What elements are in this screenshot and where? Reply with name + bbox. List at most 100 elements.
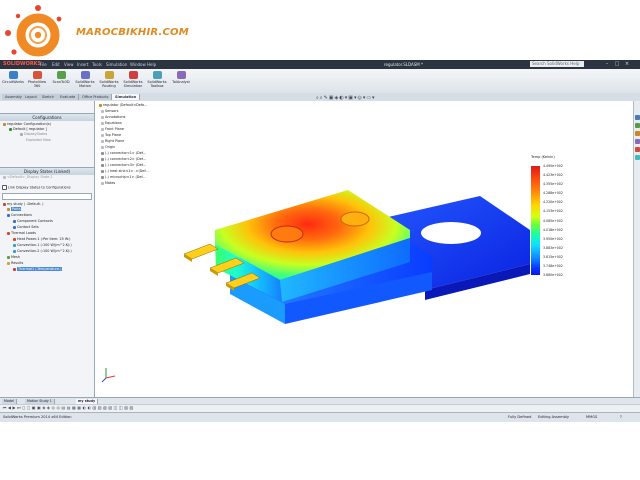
- thermal-icon: [7, 231, 10, 235]
- feature-icon: [99, 103, 102, 107]
- filter-dropdown[interactable]: [2, 193, 92, 200]
- home-icon[interactable]: [635, 115, 640, 120]
- legend-value: 3.680e+002: [543, 273, 563, 277]
- view-heads-up-toolbar[interactable]: ⌕⌕✎▣◈◐▾▣▾◎▾▭▾: [316, 95, 416, 103]
- feature-icon: [101, 157, 104, 161]
- study-parts[interactable]: Parts: [7, 207, 22, 211]
- results-folder-icon: [7, 261, 10, 265]
- maximize-icon[interactable]: □: [614, 61, 620, 67]
- assembly-icon: [3, 122, 6, 126]
- minimize-icon[interactable]: –: [604, 61, 610, 67]
- study-component-contacts[interactable]: Component Contacts: [13, 219, 53, 223]
- link-display-states-checkbox[interactable]: Link Display States to Configurations: [2, 185, 71, 190]
- config-tree-root[interactable]: regulator Configuration(s): [3, 122, 51, 126]
- convection-icon: [13, 249, 16, 253]
- menu-help[interactable]: Help: [147, 62, 156, 67]
- feature-tree-item[interactable]: (-) microchip<1> (Def...: [101, 175, 146, 179]
- study-root[interactable]: my study ( -Default- ): [3, 202, 44, 206]
- legend-value: 3.883e+002: [543, 245, 563, 250]
- legend-value: 4.220e+002: [543, 200, 563, 205]
- view-palette-icon[interactable]: [635, 139, 640, 144]
- study-thermal-loads[interactable]: Thermal Loads: [7, 231, 36, 235]
- command-button-tolanalyst[interactable]: TolAnalyst: [170, 71, 192, 84]
- feature-tree-item[interactable]: (-) heat sink<1> ->(Def...: [101, 169, 149, 173]
- command-button-scanto3d[interactable]: ScanTo3D: [50, 71, 72, 84]
- command-label: ScanTo3D: [52, 80, 70, 84]
- legend-value: 4.085e+002: [543, 218, 563, 223]
- feature-tree-item[interactable]: regulator (Default<Defa...: [99, 103, 147, 107]
- tab-office-products[interactable]: Office Products: [79, 94, 113, 100]
- feature-tree-item[interactable]: (-) connector<1> (Def...: [101, 151, 146, 155]
- study-convection-1[interactable]: Convection-1 (:100 W/(m^2.K):): [13, 243, 72, 247]
- feature-icon: [101, 121, 104, 125]
- display-state-icon: [3, 175, 6, 179]
- feature-tree-item[interactable]: Mates: [101, 181, 115, 185]
- command-button-solidworks-simulation[interactable]: SolidWorks Simulation: [122, 71, 144, 88]
- mesh-icon: [7, 255, 10, 259]
- command-label: TolAnalyst: [172, 80, 190, 84]
- appearances-icon[interactable]: [635, 147, 640, 152]
- command-button-photoview-360[interactable]: PhotoView 360: [26, 71, 48, 88]
- folder-icon: [20, 132, 23, 136]
- feature-tree-item[interactable]: Annotations: [101, 115, 125, 119]
- menu-tools[interactable]: Tools: [92, 62, 102, 67]
- study-results[interactable]: Results: [7, 261, 23, 265]
- legend-color-bar: [531, 166, 540, 275]
- feature-tree-item[interactable]: Top Plane: [101, 133, 121, 137]
- tab-simulation[interactable]: Simulation: [112, 94, 141, 100]
- tab-sketch[interactable]: Sketch: [39, 94, 58, 100]
- display-state-item[interactable]: <Default>_Display State-1: [3, 175, 53, 179]
- config-tree-exploded[interactable]: Exploded View: [26, 138, 51, 142]
- logo-ring-icon: [5, 5, 62, 57]
- command-button-solidworks-toolbox[interactable]: SolidWorks Toolbox: [146, 71, 168, 88]
- study-convection-2[interactable]: Convection-2 (:100 W/(m^2.K):): [13, 249, 72, 253]
- feature-tree-item[interactable]: Equations: [101, 121, 122, 125]
- menu-edit[interactable]: Edit: [52, 62, 60, 67]
- close-icon[interactable]: ×: [624, 61, 630, 67]
- legend-value: 4.355e+002: [543, 182, 563, 187]
- feature-tree-item[interactable]: Right Plane: [101, 139, 124, 143]
- file-explorer-icon[interactable]: [635, 131, 640, 136]
- feature-tree-item[interactable]: (-) connector<3> (Def...: [101, 163, 146, 167]
- feature-tree-item[interactable]: Front Plane: [101, 127, 124, 131]
- feature-tree-item[interactable]: Sensors: [101, 109, 118, 113]
- menu-simulation[interactable]: Simulation: [106, 62, 127, 67]
- menu-insert[interactable]: Insert: [77, 62, 88, 67]
- design-library-icon[interactable]: [635, 123, 640, 128]
- menu-file[interactable]: File: [40, 62, 47, 67]
- study-mesh[interactable]: Mesh: [7, 255, 20, 259]
- parts-icon: [7, 207, 10, 211]
- status-bar: SolidWorks Premium 2014 x64 Edition Full…: [0, 412, 640, 422]
- heat-power-icon: [13, 237, 16, 241]
- check-icon: [9, 127, 12, 131]
- menu-window[interactable]: Window: [130, 62, 146, 67]
- status-units[interactable]: MMGS: [586, 415, 597, 419]
- thermal-model[interactable]: [170, 178, 535, 338]
- custom-properties-icon[interactable]: [635, 155, 640, 160]
- study-heat-power[interactable]: Heat Power-1 (:Per item: 25 W:): [13, 237, 70, 241]
- command-button-circuitworks[interactable]: CircuitWorks: [2, 71, 24, 84]
- app-brand[interactable]: SOLIDWORKS: [3, 61, 41, 67]
- command-label: SolidWorks Toolbox: [147, 80, 167, 88]
- menu-view[interactable]: View: [64, 62, 74, 67]
- legend-value: 4.153e+002: [543, 209, 563, 214]
- command-icon: [176, 71, 186, 79]
- feature-tree-item[interactable]: (-) connector<2> (Def...: [101, 157, 146, 161]
- command-button-solidworks-motion[interactable]: SolidWorks Motion: [74, 71, 96, 88]
- tab-evaluate[interactable]: Evaluate: [57, 94, 80, 100]
- study-connections[interactable]: Connections: [7, 213, 32, 217]
- command-label: PhotoView 360: [27, 80, 47, 88]
- config-tree-displaystates[interactable]: DisplayStates: [20, 132, 47, 136]
- search-input[interactable]: Search SolidWorks Help: [530, 61, 584, 67]
- config-tree-default[interactable]: Default [ regulator ]: [9, 127, 47, 131]
- study-contact-sets[interactable]: Contact Sets: [13, 225, 39, 229]
- command-label: SolidWorks Simulation: [123, 80, 143, 88]
- legend-value: 4.490e+002: [543, 164, 563, 168]
- command-button-solidworks-routing[interactable]: SolidWorks Routing: [98, 71, 120, 88]
- feature-tree-item[interactable]: Origin: [101, 145, 115, 149]
- command-icon: [80, 71, 90, 79]
- command-icon: [104, 71, 114, 79]
- task-pane-strip: [633, 101, 640, 397]
- help-icon[interactable]: ?: [620, 415, 622, 419]
- study-thermal-result[interactable]: Thermal1 (-Temperature-): [13, 267, 63, 271]
